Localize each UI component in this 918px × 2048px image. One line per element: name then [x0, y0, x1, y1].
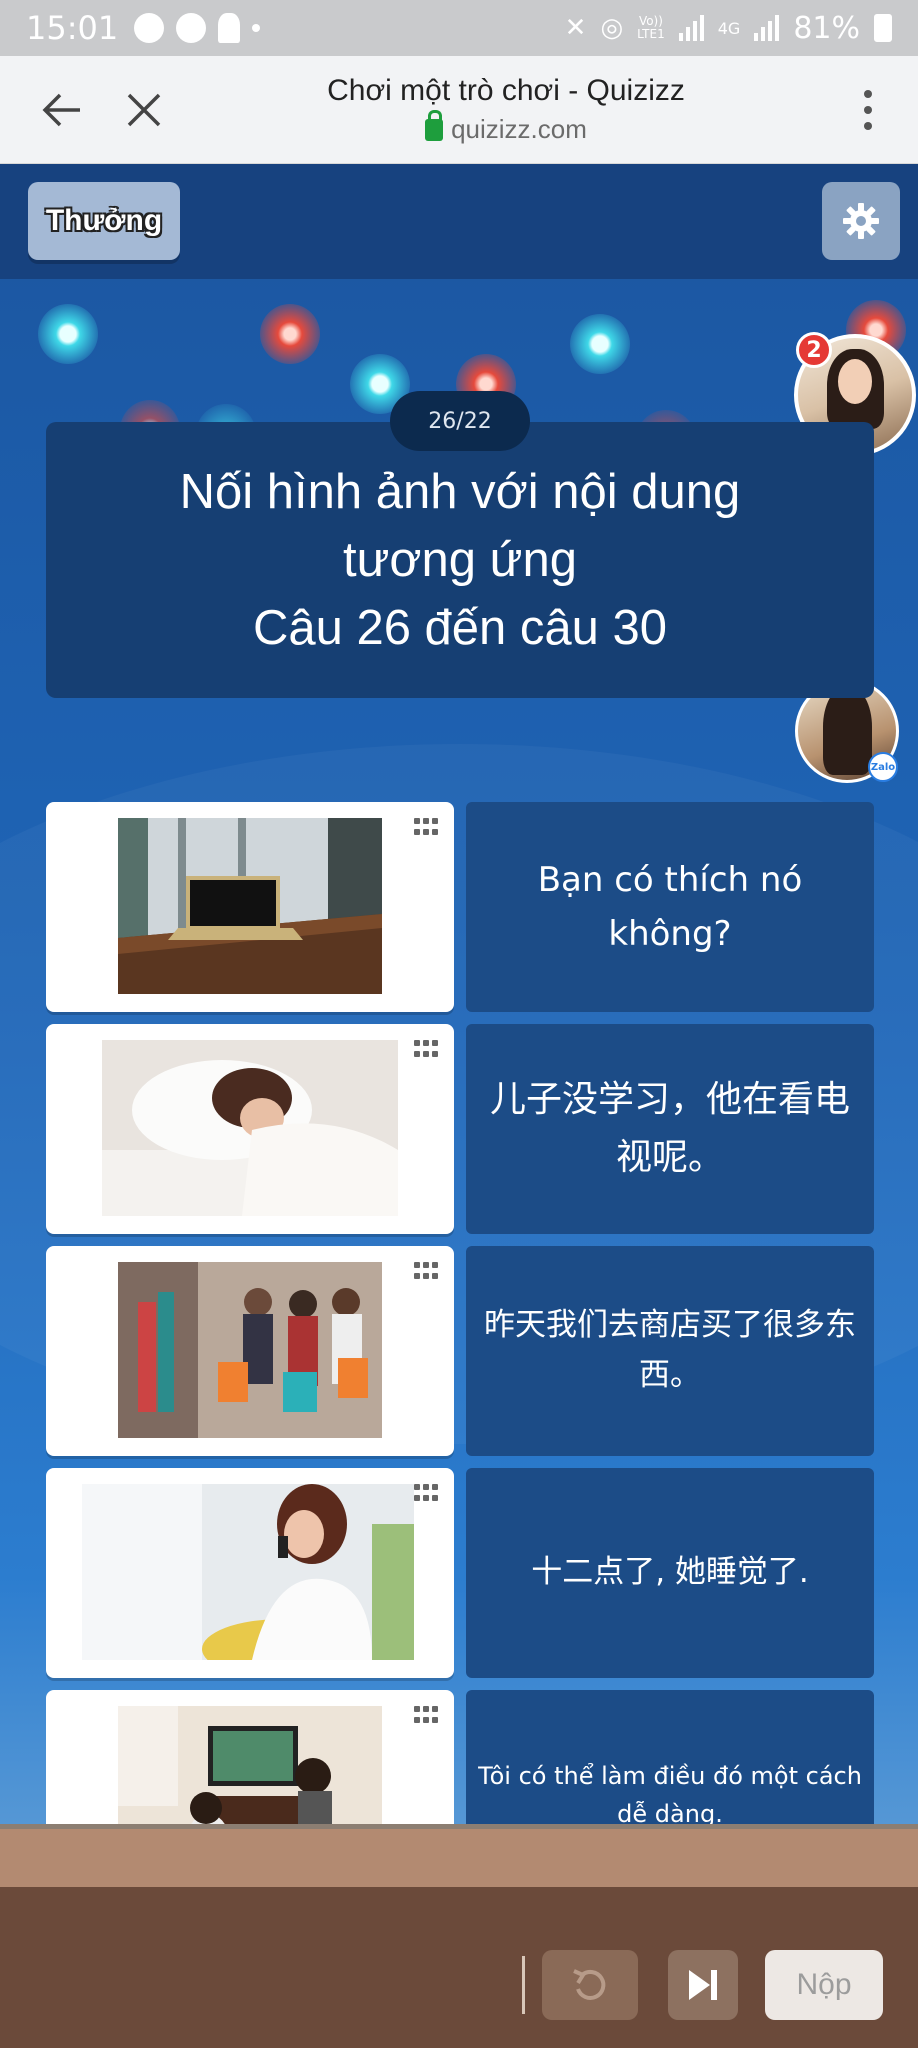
question-line: Câu 26 đến câu 30 [252, 601, 668, 655]
network-label: Vo)) LTE1 [637, 14, 665, 41]
back-arrow-icon[interactable] [32, 80, 92, 140]
match-row: 昨天我们去商店买了很多东西。 [46, 1246, 874, 1456]
question-line: Nối hình ảnh với nội dung [179, 465, 741, 519]
image-card[interactable] [46, 1468, 454, 1679]
woman-sleeping-image [102, 1040, 398, 1216]
match-text: Bạn có thích nó không? [537, 859, 803, 954]
network-type: 4G [717, 18, 741, 38]
game-area: Thưởng 2 Zalo 26/22 Nối hình ảnh với nội… [0, 164, 918, 2048]
laptop-image [118, 818, 382, 994]
match-row: Bạn có thích nó không? [46, 802, 874, 1012]
image-card[interactable] [46, 1024, 454, 1234]
shopping-image [118, 1262, 382, 1438]
settings-button[interactable] [822, 182, 900, 260]
image-card[interactable] [46, 802, 454, 1012]
more-notifications-icon [252, 24, 261, 32]
orb-decoration [570, 314, 630, 374]
text-card[interactable]: Bạn có thích nó không? [466, 802, 874, 1012]
toolbar-divider [522, 1956, 525, 2014]
undo-icon [573, 1969, 606, 2000]
url-line: quizizz.com [174, 109, 838, 145]
match-row: 十二点了, 她睡觉了. [46, 1468, 874, 1679]
question-box: Nối hình ảnh với nội dung tương ứng Câu … [46, 422, 874, 698]
hotspot-icon: ◎ [600, 13, 624, 43]
signal-icon [678, 15, 704, 41]
question-counter: 26/22 [390, 391, 530, 451]
drag-handle-icon[interactable] [414, 1484, 438, 1502]
orb-decoration [260, 304, 320, 364]
skip-button[interactable] [668, 1950, 738, 2020]
drag-handle-icon[interactable] [414, 1040, 438, 1058]
close-icon[interactable] [114, 80, 174, 140]
woman-phone-image [82, 1484, 414, 1679]
status-bar: 15:01 ✕ ◎ Vo)) LTE1 4G 81% [0, 0, 918, 56]
match-text: Tôi có thể làm điều đó một cách dễ dàng. [478, 1761, 862, 1828]
orb-decoration [38, 304, 98, 364]
drag-handle-icon[interactable] [414, 1262, 438, 1280]
undo-button[interactable] [542, 1950, 638, 2020]
keyhole-icon [218, 13, 241, 43]
messenger-icon [134, 13, 165, 43]
match-row: 儿子没学习，他在看电视呢。 [46, 1024, 874, 1234]
notification-badge: 2 [796, 332, 832, 368]
signal-icon-2 [754, 15, 780, 41]
text-card[interactable]: 十二点了, 她睡觉了. [466, 1468, 874, 1678]
browser-toolbar: Chơi một trò chơi - Quizizz quizizz.com [0, 56, 918, 164]
mute-icon: ✕ [564, 13, 587, 43]
question-line: tương ứng [343, 533, 577, 587]
mode-button[interactable]: Thưởng [28, 182, 180, 260]
submit-button[interactable]: Nộp [765, 1950, 883, 2020]
status-time: 15:01 [26, 9, 119, 47]
status-right: ✕ ◎ Vo)) LTE1 4G 81% [565, 11, 892, 46]
drag-handle-icon[interactable] [414, 818, 438, 836]
lock-icon [425, 109, 444, 141]
zalo-badge: Zalo [868, 752, 898, 782]
page-title: Chơi một trò chơi - Quizizz [327, 74, 685, 107]
skip-icon [689, 1970, 717, 2000]
image-card[interactable] [46, 1246, 454, 1456]
match-text: 十二点了, 她睡觉了. [531, 1554, 809, 1591]
battery-icon [874, 14, 892, 42]
gear-icon [843, 203, 879, 239]
drag-handle-icon[interactable] [414, 1706, 438, 1724]
notification-icons [134, 13, 261, 43]
battery-percent: 81% [793, 10, 860, 46]
text-card[interactable]: 昨天我们去商店买了很多东西。 [466, 1246, 874, 1456]
match-text: 儿子没学习，他在看电视呢。 [489, 1079, 850, 1178]
text-card[interactable]: 儿子没学习，他在看电视呢。 [466, 1024, 874, 1234]
match-text: 昨天我们去商店买了很多东西。 [484, 1307, 856, 1393]
page-title-block: Chơi một trò chơi - Quizizz quizizz.com [174, 74, 838, 145]
kebab-menu-icon[interactable] [838, 89, 898, 130]
url-text[interactable]: quizizz.com [451, 114, 587, 145]
messenger-icon [176, 13, 207, 43]
